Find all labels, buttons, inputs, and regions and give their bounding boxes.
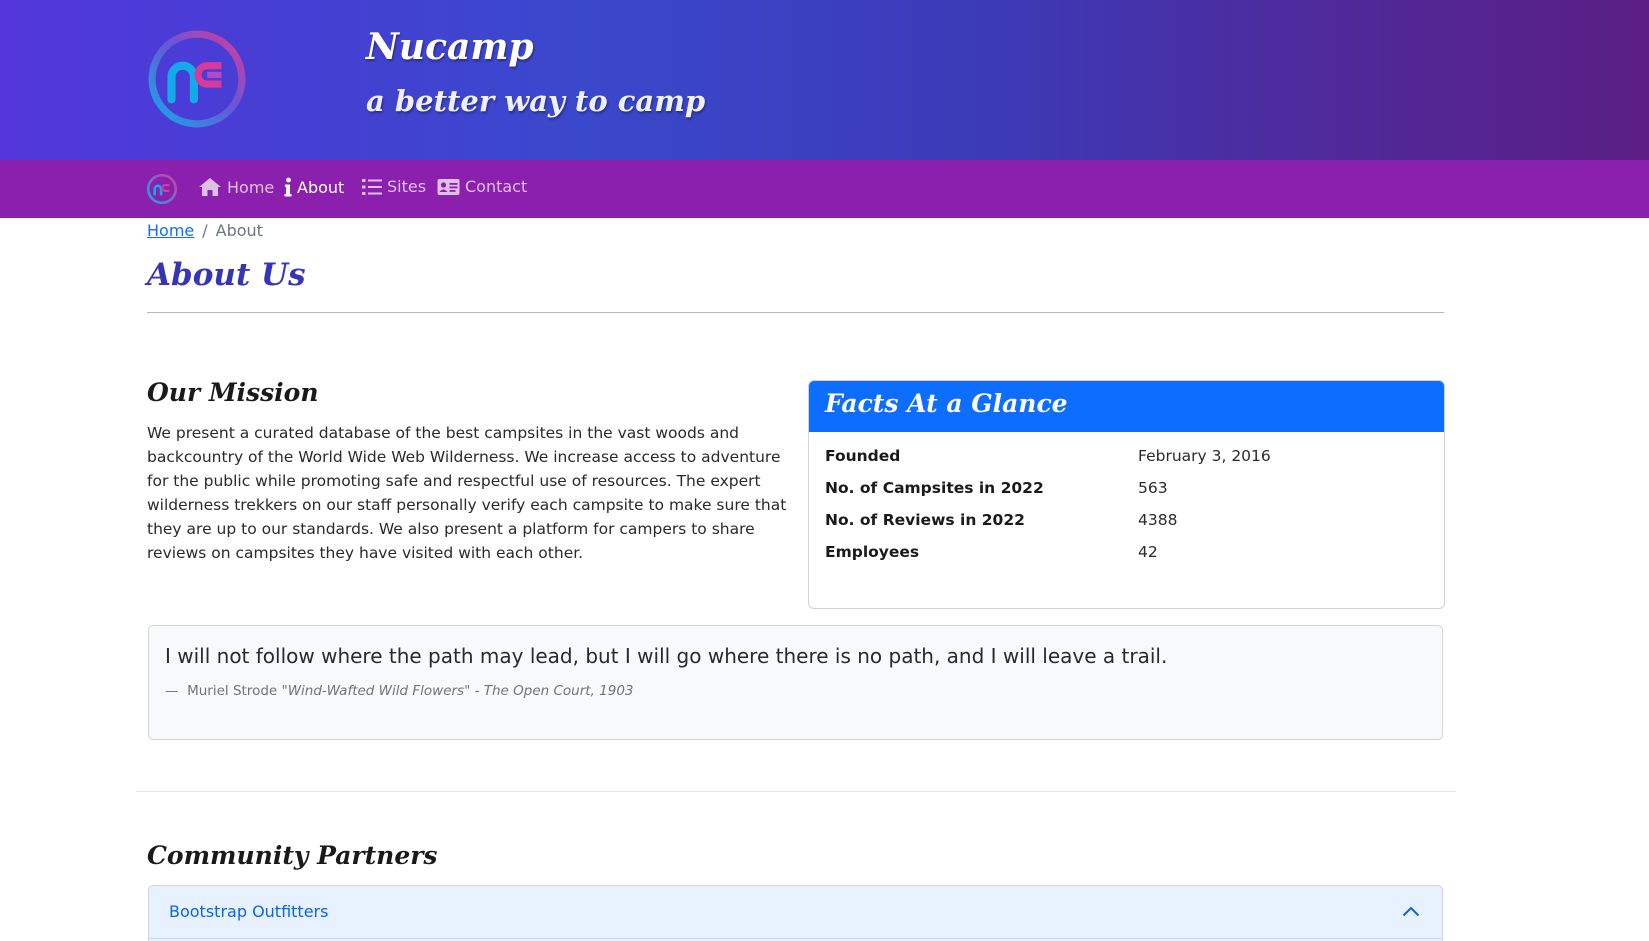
- fact-value: 4388: [1138, 511, 1178, 529]
- main-navbar: Home About Sites Contact: [0, 160, 1649, 218]
- brand-title: Nucamp: [366, 26, 534, 68]
- facts-heading: Facts At a Glance: [825, 389, 1068, 418]
- accordion-header-label: Bootstrap Outfitters: [169, 902, 329, 921]
- quote-source: "Wind-Wafted Wild Flowers" - The Open Co…: [281, 683, 634, 699]
- fact-row: No. of Reviews in 2022 4388: [825, 511, 1271, 543]
- fact-row: Employees 42: [825, 543, 1271, 575]
- breadcrumb-home-link[interactable]: Home: [147, 221, 194, 240]
- facts-card: Facts At a Glance Founded February 3, 20…: [808, 380, 1445, 609]
- section-divider: [136, 791, 1456, 792]
- quote-footer: — Muriel Strode "Wind-Wafted Wild Flower…: [165, 683, 634, 699]
- fact-label: No. of Reviews in 2022: [825, 511, 1025, 529]
- nav-item-label: About: [297, 177, 345, 197]
- fact-row: Founded February 3, 2016: [825, 447, 1271, 479]
- nav-item-home[interactable]: Home: [198, 177, 274, 197]
- fact-value: 42: [1138, 543, 1158, 561]
- brand-subtitle: a better way to camp: [366, 84, 706, 118]
- home-icon: [199, 178, 221, 196]
- list-icon: [362, 178, 382, 195]
- chevron-up-icon: [1402, 906, 1420, 917]
- breadcrumb-separator: /: [202, 221, 208, 240]
- fact-label: No. of Campsites in 2022: [825, 479, 1044, 497]
- page-title: About Us: [147, 257, 306, 293]
- breadcrumb: Home / About: [147, 221, 263, 240]
- nav-item-label: Home: [227, 177, 275, 197]
- fact-label: Founded: [825, 447, 901, 465]
- nav-item-contact[interactable]: Contact: [437, 177, 527, 196]
- title-divider: [147, 312, 1444, 313]
- accordion-header-divider: [149, 938, 1442, 939]
- mission-text: We present a curated database of the bes…: [147, 424, 787, 562]
- header-banner: Nucamp a better way to camp: [0, 0, 1649, 160]
- navbar-logo-icon[interactable]: [146, 173, 178, 205]
- mission-heading: Our Mission: [147, 378, 319, 407]
- partners-heading: Community Partners: [147, 841, 438, 870]
- fact-value: February 3, 2016: [1138, 447, 1271, 465]
- quote-text: I will not follow where the path may lea…: [165, 644, 1168, 668]
- fact-label: Employees: [825, 543, 920, 561]
- facts-list: Founded February 3, 2016 No. of Campsite…: [825, 447, 1271, 575]
- nucamp-logo-icon: [148, 30, 246, 128]
- nav-item-label: Sites: [387, 177, 427, 196]
- quote-dash: —: [165, 683, 179, 699]
- facts-card-header: Facts At a Glance: [809, 381, 1444, 432]
- nav-item-about[interactable]: About: [284, 177, 344, 197]
- info-icon: [284, 177, 292, 197]
- quote-author: Muriel Strode: [187, 683, 278, 699]
- accordion-item-bootstrap-outfitters[interactable]: Bootstrap Outfitters: [148, 885, 1443, 941]
- address-card-icon: [437, 178, 460, 195]
- nav-item-label: Contact: [465, 177, 528, 196]
- nav-item-sites[interactable]: Sites: [362, 177, 426, 196]
- fact-value: 563: [1138, 479, 1168, 497]
- breadcrumb-current: About: [215, 221, 263, 240]
- fact-row: No. of Campsites in 2022 563: [825, 479, 1271, 511]
- quote-card: I will not follow where the path may lea…: [148, 625, 1443, 740]
